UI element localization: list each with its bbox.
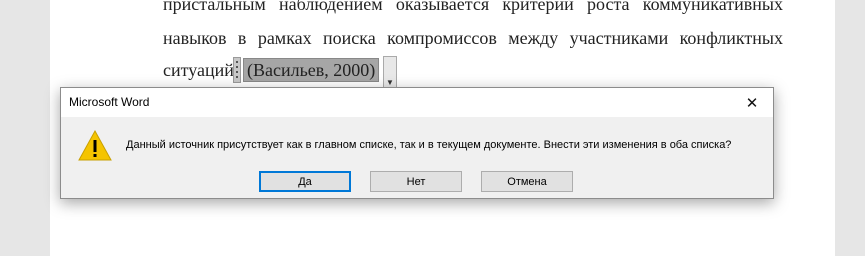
dialog-title: Microsoft Word: [69, 95, 150, 109]
close-button[interactable]: ✕: [731, 88, 773, 117]
chevron-down-icon: ▼: [386, 78, 394, 87]
cancel-button[interactable]: Отмена: [481, 171, 573, 192]
content-control-handle[interactable]: [233, 57, 241, 83]
yes-button[interactable]: Да: [259, 171, 351, 192]
citation-dropdown-button[interactable]: ▼: [383, 56, 397, 90]
document-text-line: навыков в рамках поиска компромиссов меж…: [163, 28, 783, 48]
dialog-message: Данный источник присутствует как в главн…: [126, 139, 732, 151]
no-button[interactable]: Нет: [370, 171, 462, 192]
citation-content-control[interactable]: (Васильев, 2000) ▼: [233, 55, 398, 91]
message-dialog: Microsoft Word ✕ Данный источник присутс…: [60, 87, 774, 199]
close-icon: ✕: [745, 94, 759, 112]
document-text-line: пристальным наблюдением оказывается крит…: [163, 0, 783, 14]
citation-field[interactable]: (Васильев, 2000): [243, 58, 380, 82]
dialog-titlebar: Microsoft Word ✕: [61, 88, 773, 117]
warning-icon: [78, 130, 112, 161]
